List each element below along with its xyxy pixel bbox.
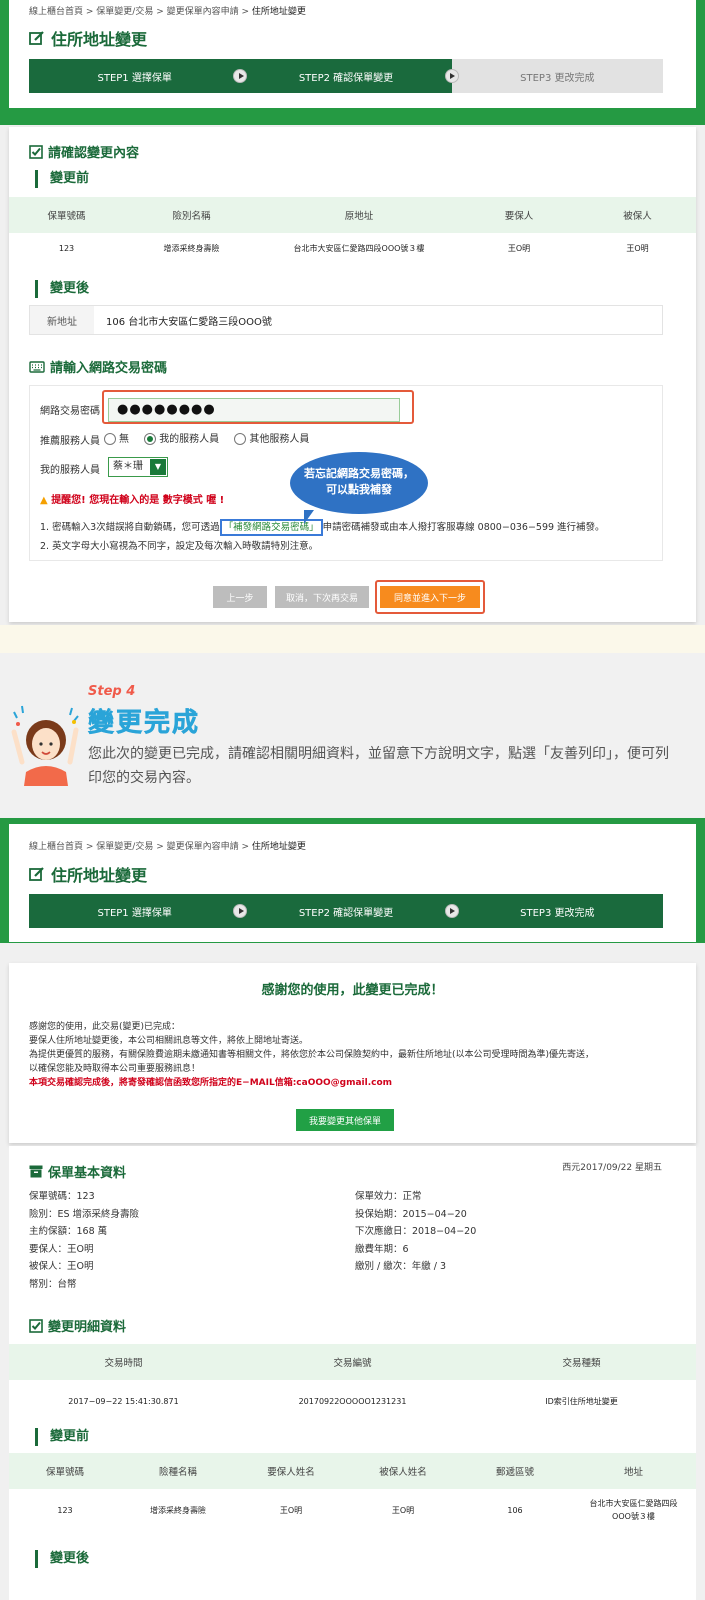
completion-card: 感謝您的使用，此變更已完成！ 感謝您的使用，此交易(變更)已完成： 要保人住所地… [9,963,696,1143]
reissue-tooltip-bubble[interactable]: 若忘記網路交易密碼， 可以點我補發 [290,452,428,524]
table-header: 險種名稱 [121,1453,235,1489]
breadcrumb-2: 線上櫃台首頁 > 保單變更/交易 > 變更保單內容申請 > 住所地址變更 [29,842,306,852]
breadcrumb-level2[interactable]: 保單變更/交易 [96,842,153,852]
page-title-2: 住所地址變更 [29,862,147,886]
change-other-policy-button[interactable]: 我要變更其他保單 [296,1109,394,1131]
breadcrumb-home[interactable]: 線上櫃台首頁 [29,842,83,852]
detail-table: 交易時間 交易編號 交易種類 2017−09−22 15:41:30.871 2… [9,1344,696,1422]
table-header: 要保人 [459,197,579,233]
step-3: STEP3 更改完成 [451,59,663,93]
policy-info-right: 保單效力：正常 投保始期：2015−04−20 下次應繳日：2018−04−20… [355,1191,477,1272]
table-header: 保單號碼 [9,197,124,233]
table-header: 交易時間 [9,1344,238,1380]
policy-info-title: 保單基本資料 [29,1162,126,1181]
breadcrumb-level3[interactable]: 變更保單內容申請 [167,7,239,17]
current-date: 西元2017/09/22 星期五 [562,1163,662,1173]
section-divider [0,625,705,653]
checkbox-icon [29,1318,43,1333]
new-address-value: 106 台北市大安區仁愛路三段OOO號 [106,316,272,328]
breadcrumb-home[interactable]: 線上櫃台首頁 [29,7,83,17]
step4-description: 您此次的變更已完成，請確認相關明細資料，並留意下方說明文字，點選「友善列印」，便… [88,746,669,786]
step-arrow-icon [444,69,459,83]
step-2: STEP2 確認保單變更 [240,59,459,93]
after-label-2: 變更後 [35,1550,89,1568]
archive-box-icon [29,1165,43,1178]
table-header: 要保人姓名 [235,1453,347,1489]
new-address-label: 新地址 [30,306,94,334]
step-progress-2: STEP1 選擇保單 STEP2 確認保單變更 STEP3 更改完成 [29,894,663,928]
policy-info-card: 保單基本資料 西元2017/09/22 星期五 保單號碼：123 險別：ES 增… [9,1146,696,1600]
page-title: 住所地址變更 [29,26,147,50]
breadcrumb-level3[interactable]: 變更保單內容申請 [167,842,239,852]
confirm-card: 請確認變更內容 變更前 保單號碼 險別名稱 原地址 要保人 被保人 123 增添… [9,127,696,622]
detail-section-title: 變更明細資料 [29,1316,126,1335]
agree-button-highlight [375,580,485,614]
step-1: STEP1 選擇保單 [29,894,248,928]
policy-info-left: 保單號碼：123 險別：ES 增添采終身壽險 主約保額：168 萬 要保人：王O… [29,1191,140,1290]
breadcrumb: 線上櫃台首頁 > 保單變更/交易 > 變更保單內容申請 > 住所地址變更 [29,7,306,17]
step-progress: STEP1 選擇保單 STEP2 確認保單變更 STEP3 更改完成 [29,59,663,93]
table-row: 123 增添采終身壽險 台北市大安區仁愛路四段OOO號３樓 王O明 王O明 [58,243,649,253]
step-arrow-icon [444,904,459,918]
header-card-2: 線上櫃台首頁 > 保單變更/交易 > 變更保單內容申請 > 住所地址變更 住所地… [9,824,696,942]
prev-button[interactable]: 上一步 [213,586,267,608]
breadcrumb-current: 住所地址變更 [251,7,306,17]
before-table-2: 保單號碼 險種名稱 要保人姓名 被保人姓名 郵遞區號 地址 123 增添采終身壽… [9,1453,696,1531]
table-row: 2017−09−22 15:41:30.871 20170922OOOOO123… [68,1396,618,1406]
password-highlight [102,390,414,424]
before-table: 保單號碼 險別名稱 原地址 要保人 被保人 123 增添采終身壽險 台北市大安區… [9,197,696,263]
table-header: 被保人 [579,197,696,233]
thanks-heading: 感謝您的使用，此變更已完成！ [261,983,444,998]
table-header: 郵遞區號 [459,1453,571,1489]
radio-other-agent[interactable] [234,433,247,445]
table-header: 被保人姓名 [347,1453,459,1489]
after-label: 變更後 [35,280,89,298]
keyboard-icon [29,360,45,373]
new-address-box: 新地址 106 台北市大安區仁愛路三段OOO號 [29,305,663,335]
before-label-2: 變更前 [35,1428,89,1446]
radio-none[interactable] [104,433,116,445]
confirm-section-title: 請確認變更內容 [29,142,139,161]
my-agent-select[interactable]: 蔡＊珊 ▼ [108,457,168,477]
password-label: 網路交易密碼 [40,406,100,417]
girl-mascot-icon [10,702,82,786]
table-header: 交易編號 [238,1344,467,1380]
edit-icon [29,867,44,881]
dropdown-arrow-icon: ▼ [150,459,166,475]
table-header: 原地址 [259,197,459,233]
table-header: 交易種類 [467,1344,696,1380]
breadcrumb-level2[interactable]: 保單變更/交易 [96,7,153,17]
table-header: 保單號碼 [9,1453,121,1489]
radio-my-agent[interactable] [144,433,157,445]
recommend-agent-label: 推薦服務人員 [40,436,100,447]
completion-message: 感謝您的使用，此交易(變更)已完成： 要保人住所地址變更後，本公司相關訊息等文件… [29,1022,595,1088]
edit-icon [29,31,44,45]
table-header: 地址 [571,1453,696,1489]
step-3: STEP3 更改完成 [451,894,663,928]
table-row: 123 增添采終身壽險 王O明 王O明 106 台北市大安區仁愛路四段 OOO號３… [57,1499,678,1521]
note-1: 1. 密碼輸入3次錯誤將自動鎖碼，您可透過 「補發網路交易密碼」 申請密碼補發或由本… [40,519,605,536]
note-2: 2. 英文字母大小寫視為不同字，設定及每次輸入時敬請特別注意。 [40,541,319,552]
cancel-button[interactable]: 取消，下次再交易 [275,586,369,608]
my-agent-label: 我的服務人員 [40,465,100,476]
before-label: 變更前 [35,170,89,188]
password-section-title: 請輸入網路交易密碼 [29,357,167,376]
step4-label: Step 4 [88,684,136,699]
warning-icon: ▲ [40,495,48,506]
step4-title: 變更完成 [88,708,201,739]
header-card: 線上櫃台首頁 > 保單變更/交易 > 變更保單內容申請 > 住所地址變更 住所地… [9,0,696,108]
checkbox-icon [29,144,43,159]
table-header: 險別名稱 [124,197,259,233]
step-2: STEP2 確認保單變更 [240,894,459,928]
breadcrumb-current: 住所地址變更 [251,842,306,852]
input-mode-warning: ▲ 提醒您! 您現在輸入的是 數字模式 喔 ! [40,495,225,506]
recommend-agent-options: 無 我的服務人員 其他服務人員 [98,430,309,445]
step-1: STEP1 選擇保單 [29,59,248,93]
